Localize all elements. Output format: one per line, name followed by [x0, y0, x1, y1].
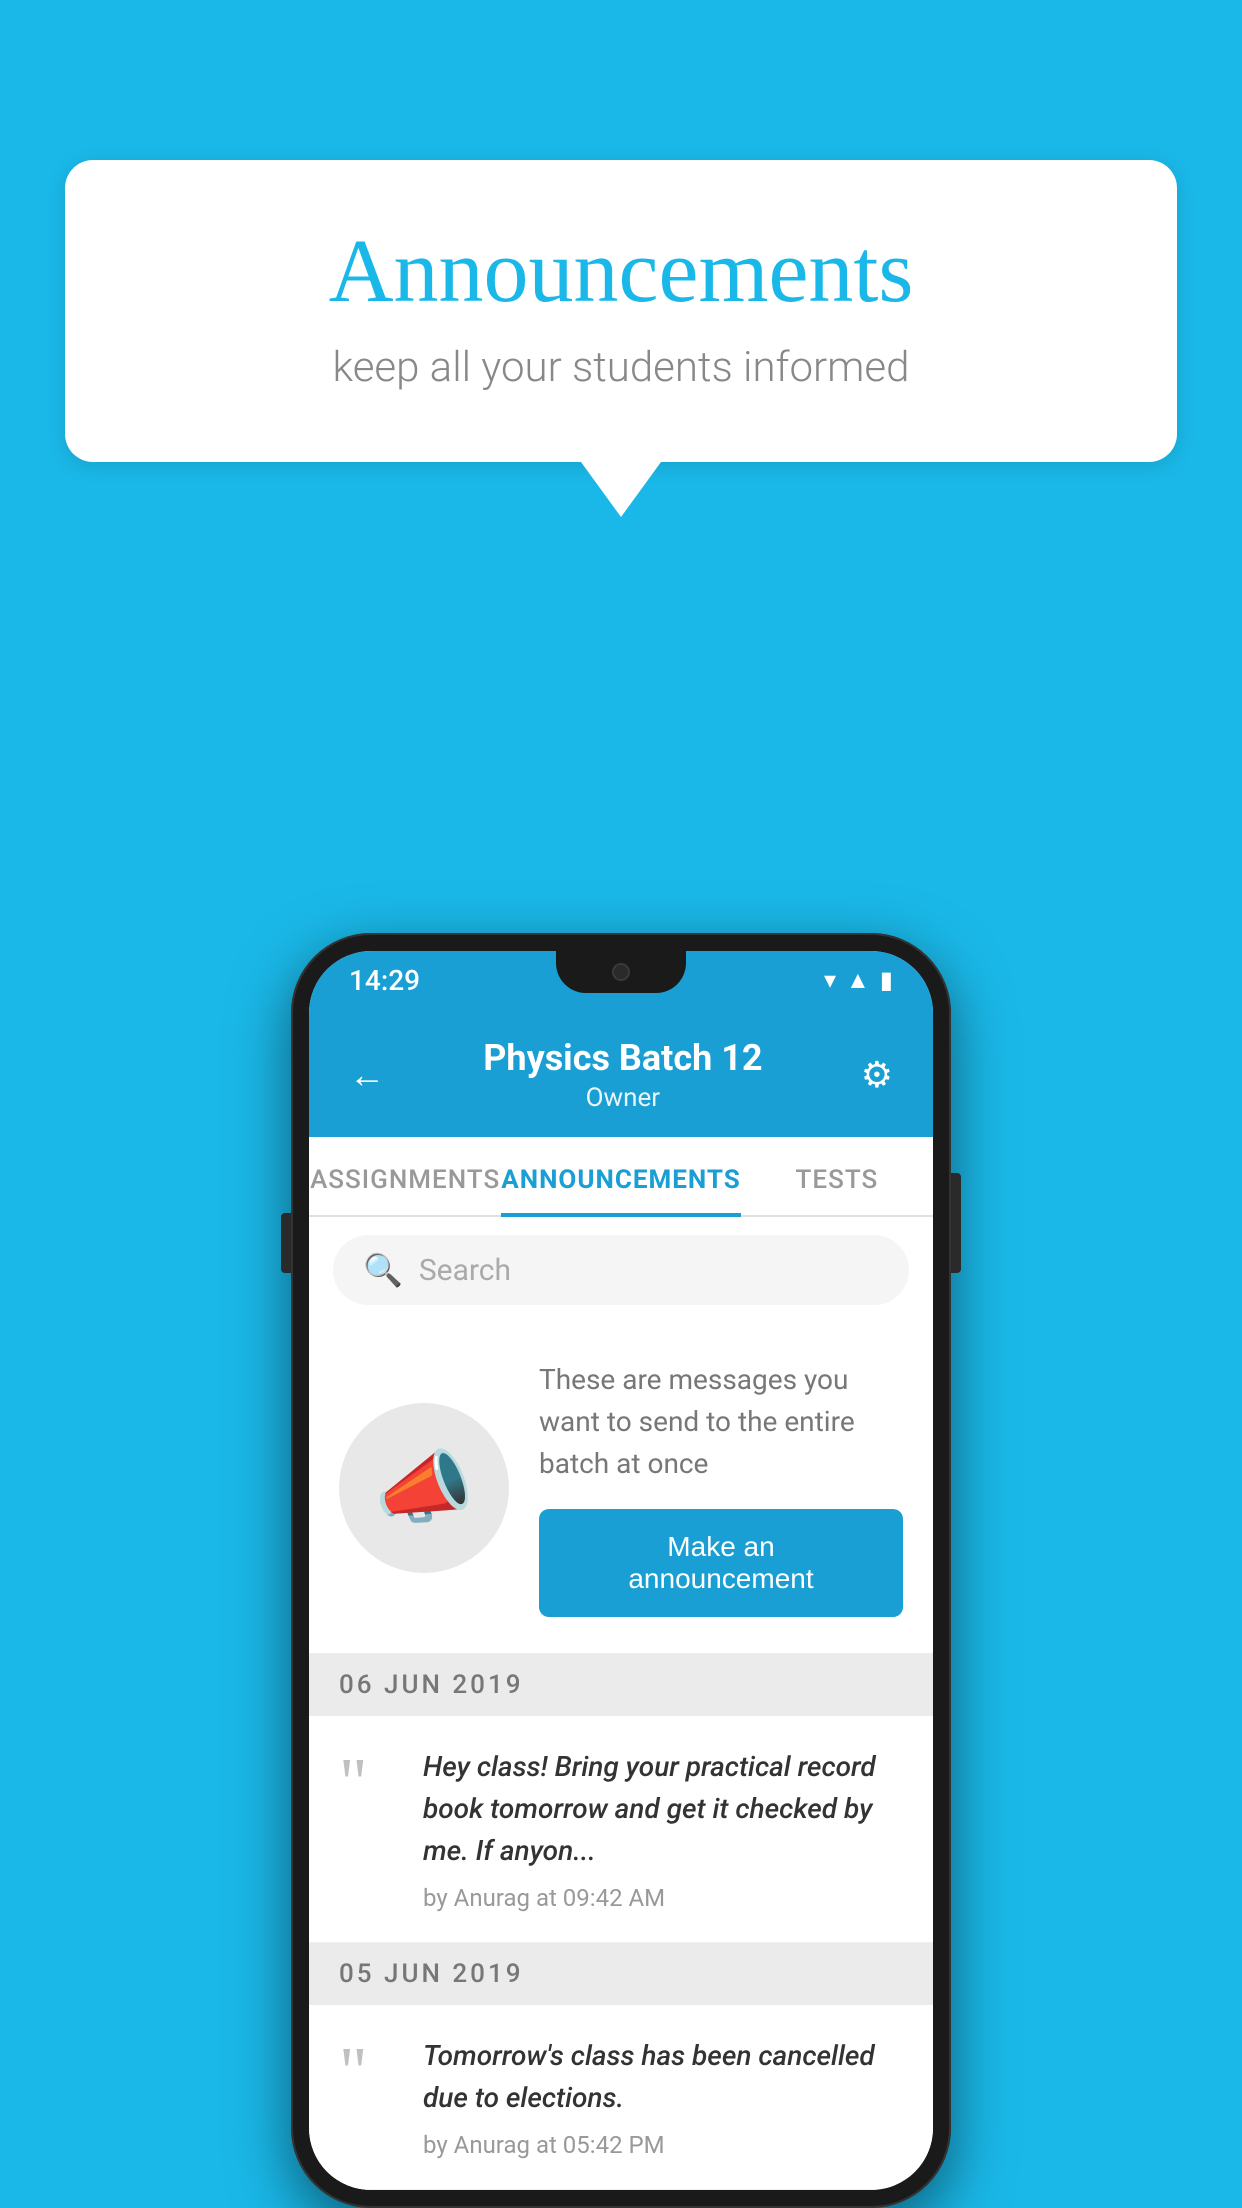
search-bar[interactable]: 🔍 Search [333, 1235, 909, 1305]
make-announcement-button[interactable]: Make an announcement [539, 1509, 903, 1617]
app-header: ← Physics Batch 12 Owner ⚙ [309, 1009, 933, 1137]
tab-tests[interactable]: TESTS [741, 1137, 933, 1215]
status-icons: ▾ ▲ ▮ [824, 966, 893, 995]
wifi-icon: ▾ [824, 966, 836, 994]
gear-icon[interactable]: ⚙ [861, 1054, 893, 1096]
tabs-bar: ASSIGNMENTS ANNOUNCEMENTS TESTS [309, 1137, 933, 1217]
back-button[interactable]: ← [349, 1054, 385, 1096]
battery-icon: ▮ [880, 966, 893, 994]
notch [556, 951, 686, 993]
header-title: Physics Batch 12 [483, 1037, 762, 1079]
quote-icon-1: " [339, 1756, 399, 1812]
tab-announcements[interactable]: ANNOUNCEMENTS [501, 1137, 740, 1215]
announcement-meta-1: by Anurag at 09:42 AM [423, 1884, 903, 1912]
announcement-content-1: Hey class! Bring your practical record b… [423, 1746, 903, 1912]
search-icon: 🔍 [363, 1251, 403, 1289]
phone-screen: 14:29 ▾ ▲ ▮ ← Physics Batch 12 Owner ⚙ [309, 951, 933, 2190]
header-center: Physics Batch 12 Owner [483, 1037, 762, 1113]
announcement-content-2: Tomorrow's class has been cancelled due … [423, 2035, 903, 2159]
announcement-item-2[interactable]: " Tomorrow's class has been cancelled du… [309, 2005, 933, 2190]
speech-bubble-card: Announcements keep all your students inf… [65, 160, 1177, 462]
notch-camera [612, 963, 630, 981]
bubble-title: Announcements [145, 220, 1097, 323]
header-subtitle: Owner [483, 1083, 762, 1113]
phone-mockup: 14:29 ▾ ▲ ▮ ← Physics Batch 12 Owner ⚙ [291, 933, 951, 2208]
tab-assignments[interactable]: ASSIGNMENTS [309, 1137, 501, 1215]
prompt-description: These are messages you want to send to t… [539, 1359, 903, 1485]
prompt-right: These are messages you want to send to t… [539, 1359, 903, 1617]
search-placeholder: Search [419, 1253, 511, 1288]
bubble-subtitle: keep all your students informed [145, 343, 1097, 392]
announcement-meta-2: by Anurag at 05:42 PM [423, 2131, 903, 2159]
announcement-prompt: 📣 These are messages you want to send to… [309, 1323, 933, 1654]
speech-bubble-section: Announcements keep all your students inf… [65, 160, 1177, 517]
signal-icon: ▲ [846, 966, 870, 995]
megaphone-icon: 📣 [374, 1441, 474, 1535]
phone-outer: 14:29 ▾ ▲ ▮ ← Physics Batch 12 Owner ⚙ [291, 933, 951, 2208]
speech-bubble-tail [581, 462, 661, 517]
announcement-text-1: Hey class! Bring your practical record b… [423, 1746, 903, 1872]
announcement-item-1[interactable]: " Hey class! Bring your practical record… [309, 1716, 933, 1943]
date-separator-1: 06 JUN 2019 [309, 1654, 933, 1716]
quote-icon-2: " [339, 2045, 399, 2101]
status-bar: 14:29 ▾ ▲ ▮ [309, 951, 933, 1009]
date-separator-2: 05 JUN 2019 [309, 1943, 933, 2005]
megaphone-circle: 📣 [339, 1403, 509, 1573]
search-container: 🔍 Search [309, 1217, 933, 1323]
announcement-text-2: Tomorrow's class has been cancelled due … [423, 2035, 903, 2119]
status-time: 14:29 [349, 964, 420, 997]
